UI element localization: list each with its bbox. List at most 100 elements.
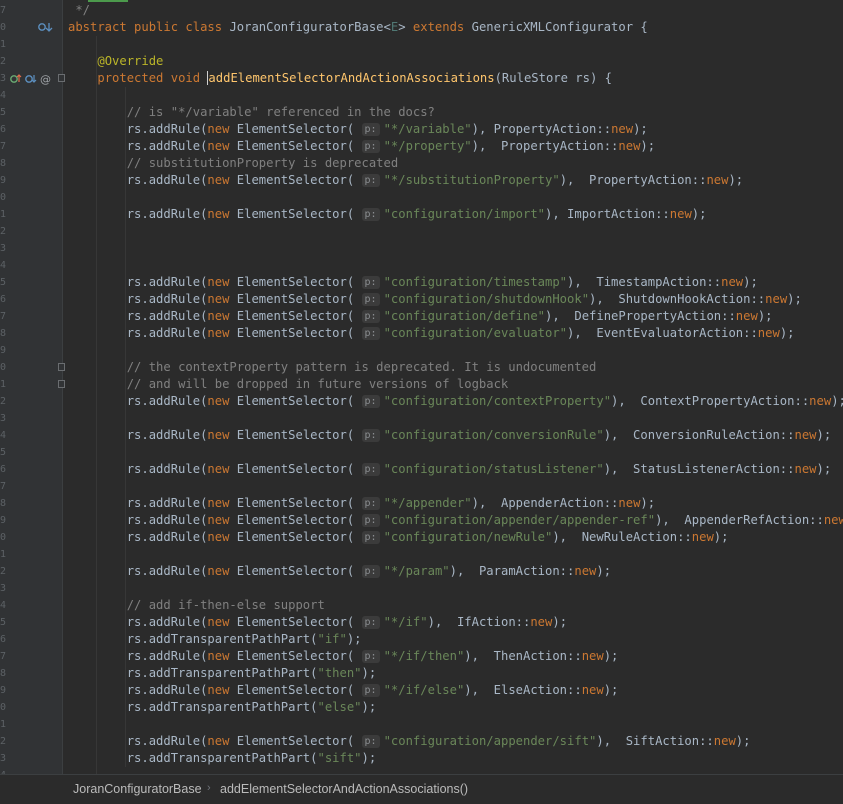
code-line[interactable]: 3 @ protected void addElementSelectorAndA… bbox=[0, 70, 843, 87]
code-token: new bbox=[207, 173, 237, 187]
code-line[interactable]: 0 rs.addRule(new ElementSelector( p: "con… bbox=[0, 529, 843, 546]
code-line[interactable]: 3 bbox=[0, 580, 843, 597]
code-editor[interactable]: 7 */ 0 abstract public class JoranConfigur… bbox=[0, 0, 843, 774]
code-token: rs.addTransparentPathPart( bbox=[68, 632, 318, 646]
line-number: 2 bbox=[0, 566, 6, 577]
code-line[interactable]: 8 // substitutionProperty is deprecated bbox=[0, 155, 843, 172]
code-line[interactable]: 6 rs.addTransparentPathPart("if"); bbox=[0, 631, 843, 648]
line-number: 2 bbox=[0, 396, 6, 407]
code-token: ); bbox=[346, 632, 362, 646]
code-line[interactable]: 9 rs.addRule(new ElementSelector( p: "*/i… bbox=[0, 682, 843, 699]
code-line[interactable]: 8 rs.addRule(new ElementSelector( p: "con… bbox=[0, 325, 843, 342]
code-line[interactable]: 4 // add if-then-else support bbox=[0, 597, 843, 614]
code-token: rs.addRule( bbox=[68, 394, 208, 408]
code-token: ); bbox=[787, 292, 802, 306]
code-line[interactable]: 8 rs.addRule(new ElementSelector( p: "*/a… bbox=[0, 495, 843, 512]
code-line[interactable]: 5 rs.addRule(new ElementSelector( p: "*/i… bbox=[0, 614, 843, 631]
code-line[interactable]: 5 bbox=[0, 444, 843, 461]
overridden-method-icon[interactable] bbox=[8, 19, 54, 36]
code-line[interactable]: 2 rs.addRule(new ElementSelector( p: "con… bbox=[0, 733, 843, 750]
parameter-hint: p: bbox=[361, 514, 380, 527]
code-line[interactable]: 1 rs.addRule(new ElementSelector( p: "con… bbox=[0, 206, 843, 223]
code-token: rs.addRule( bbox=[68, 615, 208, 629]
code-token: new bbox=[618, 496, 641, 510]
code-token: new bbox=[721, 275, 744, 289]
code-token: "configuration/shutdownHook" bbox=[383, 292, 590, 306]
line-number: 3 bbox=[0, 583, 6, 594]
code-line[interactable]: 7 rs.addRule(new ElementSelector( p: "*/i… bbox=[0, 648, 843, 665]
line-number: 5 bbox=[0, 447, 6, 458]
code-line[interactable]: 9 rs.addRule(new ElementSelector( p: "con… bbox=[0, 512, 843, 529]
code-text: rs.addRule(new ElementSelector( p: "confi… bbox=[68, 529, 728, 546]
code-text: // is "*/variable" referenced in the doc… bbox=[68, 104, 435, 121]
code-token: ElementSelector( bbox=[236, 173, 362, 187]
code-line[interactable]: 3 bbox=[0, 410, 843, 427]
breadcrumb-method[interactable]: addElementSelectorAndActionAssociations(… bbox=[220, 782, 468, 796]
parameter-hint: p: bbox=[361, 463, 380, 476]
code-line[interactable]: 0 // the contextProperty pattern is depr… bbox=[0, 359, 843, 376]
code-token: ); bbox=[603, 649, 619, 663]
code-line[interactable]: 7 bbox=[0, 478, 843, 495]
code-line[interactable]: 1 bbox=[0, 36, 843, 53]
code-token: ), ThenAction:: bbox=[464, 649, 582, 663]
code-line[interactable]: 2 rs.addRule(new ElementSelector( p: "*/p… bbox=[0, 563, 843, 580]
code-line[interactable]: 6 rs.addRule(new ElementSelector( p: "con… bbox=[0, 461, 843, 478]
code-line[interactable]: 6 rs.addRule(new ElementSelector( p: "con… bbox=[0, 291, 843, 308]
code-token: "configuration/timestamp" bbox=[383, 275, 568, 289]
breadcrumb-class[interactable]: JoranConfiguratorBase bbox=[73, 782, 202, 796]
fold-toggle-icon[interactable] bbox=[58, 363, 65, 371]
code-line[interactable]: 4 rs.addRule(new ElementSelector( p: "con… bbox=[0, 427, 843, 444]
code-line[interactable]: 6 rs.addRule(new ElementSelector( p: "*/v… bbox=[0, 121, 843, 138]
code-token: ElementSelector( bbox=[236, 564, 362, 578]
code-line[interactable]: 1 bbox=[0, 546, 843, 563]
code-line[interactable]: 0 abstract public class JoranConfigurator… bbox=[0, 19, 843, 36]
code-line[interactable]: 1 // and will be dropped in future versi… bbox=[0, 376, 843, 393]
line-number: 6 bbox=[0, 124, 6, 135]
code-token: rs.addRule( bbox=[68, 292, 208, 306]
code-line[interactable]: 0 bbox=[0, 189, 843, 206]
code-text: rs.addRule(new ElementSelector( p: "confi… bbox=[68, 427, 831, 444]
code-line[interactable]: 4 bbox=[0, 87, 843, 104]
code-token: // the contextProperty pattern is deprec… bbox=[126, 360, 597, 374]
code-token: rs.addRule( bbox=[68, 309, 208, 323]
code-line[interactable]: 3 rs.addTransparentPathPart("sift"); bbox=[0, 750, 843, 767]
code-token: new bbox=[530, 615, 553, 629]
code-line[interactable]: 9 rs.addRule(new ElementSelector( p: "*/s… bbox=[0, 172, 843, 189]
code-token: rs.addRule( bbox=[68, 564, 208, 578]
code-line[interactable]: 2 bbox=[0, 223, 843, 240]
code-line[interactable]: 9 bbox=[0, 342, 843, 359]
fold-toggle-icon[interactable] bbox=[58, 380, 65, 388]
code-line[interactable]: 1 bbox=[0, 716, 843, 733]
code-line[interactable]: 4 bbox=[0, 257, 843, 274]
code-line[interactable]: 7 rs.addRule(new ElementSelector( p: "*/p… bbox=[0, 138, 843, 155]
code-line[interactable]: 5 rs.addRule(new ElementSelector( p: "con… bbox=[0, 274, 843, 291]
implements-override-icon[interactable]: @ bbox=[8, 70, 54, 87]
fold-toggle-icon[interactable] bbox=[58, 74, 65, 82]
code-line[interactable]: 0 rs.addTransparentPathPart("else"); bbox=[0, 699, 843, 716]
code-line[interactable]: 5 // is "*/variable" referenced in the d… bbox=[0, 104, 843, 121]
code-token: new bbox=[207, 462, 237, 476]
code-text: rs.addTransparentPathPart("else"); bbox=[68, 699, 377, 716]
code-token: ElementSelector( bbox=[236, 139, 362, 153]
code-token: ); bbox=[728, 173, 744, 187]
code-token: "sift" bbox=[317, 751, 362, 765]
code-token: "then" bbox=[317, 666, 362, 680]
code-text: rs.addRule(new ElementSelector( p: "*/if/… bbox=[68, 648, 618, 665]
code-line[interactable]: 8 rs.addTransparentPathPart("then"); bbox=[0, 665, 843, 682]
line-number: 5 bbox=[0, 277, 6, 288]
code-token: ElementSelector( bbox=[236, 122, 362, 136]
line-number: 1 bbox=[0, 379, 6, 390]
code-token: new bbox=[794, 462, 817, 476]
code-line[interactable]: 4 bbox=[0, 767, 843, 774]
code-token: new bbox=[207, 122, 237, 136]
code-line[interactable]: 2 rs.addRule(new ElementSelector( p: "con… bbox=[0, 393, 843, 410]
code-line[interactable]: 2 @Override bbox=[0, 53, 843, 70]
code-token: ); bbox=[816, 462, 832, 476]
code-token: rs.addRule( bbox=[68, 513, 208, 527]
code-token: ); bbox=[691, 207, 707, 221]
code-line[interactable]: 7 */ bbox=[0, 2, 843, 19]
code-line[interactable]: 7 rs.addRule(new ElementSelector( p: "con… bbox=[0, 308, 843, 325]
code-line[interactable]: 3 bbox=[0, 240, 843, 257]
code-token: rs.addRule( bbox=[68, 734, 208, 748]
code-token: "*/property" bbox=[383, 139, 472, 153]
